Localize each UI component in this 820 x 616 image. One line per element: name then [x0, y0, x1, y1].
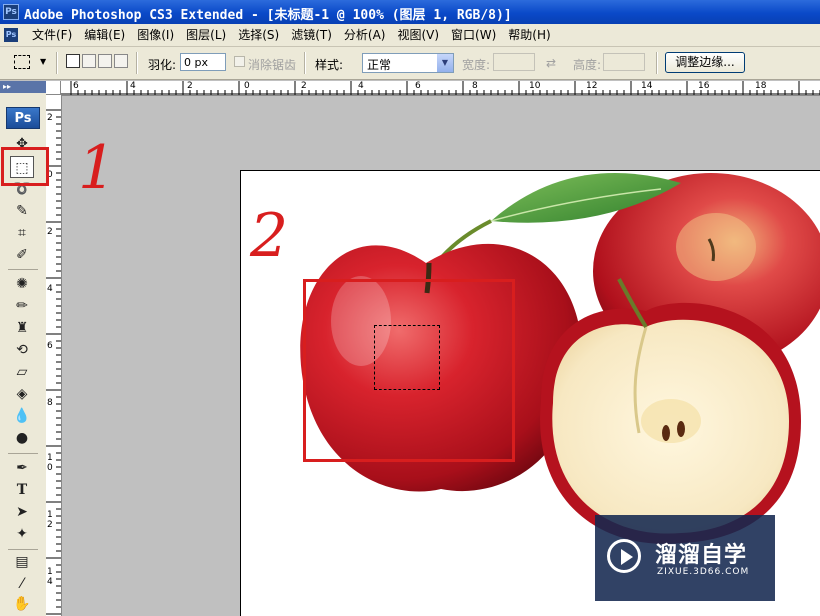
- v-ruler-label: 1: [47, 453, 53, 463]
- chevron-down-icon: ▼: [437, 54, 453, 72]
- healing-brush-tool-icon[interactable]: ✺: [10, 273, 34, 295]
- history-brush-tool-icon[interactable]: ⟲: [10, 339, 34, 361]
- marquee-preset-icon[interactable]: [14, 55, 30, 69]
- v-ruler-label: 2: [47, 113, 53, 123]
- menu-select[interactable]: 选择(S): [232, 27, 285, 43]
- feather-label: 羽化:: [148, 58, 177, 72]
- add-to-selection-button[interactable]: [82, 54, 96, 68]
- ruler-origin[interactable]: [46, 81, 61, 95]
- h-ruler-label: 14: [641, 81, 653, 91]
- slice-tool-icon[interactable]: ✐: [10, 244, 34, 266]
- height-label: 高度:: [573, 58, 602, 72]
- photoshop-logo-icon: Ps: [3, 4, 19, 20]
- new-selection-button[interactable]: [66, 54, 80, 68]
- dodge-tool-icon[interactable]: ●: [10, 427, 34, 449]
- ps-menu-icon[interactable]: Ps: [4, 28, 18, 42]
- width-label: 宽度:: [462, 58, 491, 72]
- style-label: 样式:: [315, 58, 344, 72]
- h-ruler-label: 4: [358, 81, 364, 91]
- antialias-label: 消除锯齿: [248, 58, 297, 72]
- v-ruler-label: 2: [47, 520, 53, 530]
- width-input[interactable]: [493, 53, 535, 71]
- hand-tool-icon[interactable]: ✋: [10, 593, 34, 615]
- menu-bar: Ps 文件(F) 编辑(E) 图像(I) 图层(L) 选择(S) 滤镜(T) 分…: [0, 24, 820, 47]
- menu-edit[interactable]: 编辑(E): [78, 27, 131, 43]
- watermark-title: 溜溜自学: [655, 543, 748, 568]
- menu-file[interactable]: 文件(F): [26, 27, 78, 43]
- divider: [8, 453, 38, 454]
- h-ruler-label: 6: [415, 81, 421, 91]
- crop-tool-icon[interactable]: ⌗: [10, 222, 34, 244]
- intersect-selection-button[interactable]: [114, 54, 128, 68]
- menu-help[interactable]: 帮助(H): [502, 27, 556, 43]
- h-ruler-label: 10: [529, 81, 541, 91]
- blur-tool-icon[interactable]: 💧: [10, 405, 34, 427]
- watermark: 溜溜自学 ZIXUE.3D66.COM: [595, 515, 775, 601]
- divider: [304, 52, 306, 74]
- notes-tool-icon[interactable]: ▤: [10, 551, 34, 573]
- divider: [8, 269, 38, 270]
- subtract-from-selection-button[interactable]: [98, 54, 112, 68]
- divider: [8, 549, 38, 550]
- v-ruler-label: 0: [47, 463, 53, 473]
- divider: [136, 52, 138, 74]
- v-ruler-label: 8: [47, 398, 53, 408]
- v-ruler-label: 2: [47, 227, 53, 237]
- custom-shape-tool-icon[interactable]: ✦: [10, 523, 34, 545]
- annotation-box-selection-area: [303, 279, 515, 462]
- clone-stamp-tool-icon[interactable]: ♜: [10, 317, 34, 339]
- paint-bucket-tool-icon[interactable]: ◈: [10, 383, 34, 405]
- photoshop-logo-icon[interactable]: Ps: [6, 107, 40, 129]
- eraser-tool-icon[interactable]: ▱: [10, 361, 34, 383]
- style-value: 正常: [367, 58, 392, 72]
- refine-edge-button[interactable]: 调整边缘...: [665, 52, 745, 73]
- brush-tool-icon[interactable]: ✏: [10, 295, 34, 317]
- menu-analysis[interactable]: 分析(A): [338, 27, 392, 43]
- h-ruler-label: 6: [73, 81, 79, 91]
- v-ruler-label: 4: [47, 577, 53, 587]
- h-ruler-label: 16: [698, 81, 710, 91]
- swap-icon[interactable]: ⇄: [546, 56, 556, 70]
- feather-input[interactable]: [180, 53, 226, 71]
- horizontal-ruler[interactable]: 6 4 2 0 2 4 6 8 10 12 14 16 18: [61, 81, 820, 96]
- h-ruler-label: 2: [187, 81, 193, 91]
- options-bar: ▼ 羽化: 消除锯齿 样式: 正常 ▼ 宽度: ⇄ 高度: 调整边缘...: [0, 47, 820, 80]
- v-ruler-label: 4: [47, 284, 53, 294]
- h-ruler-label: 18: [755, 81, 767, 91]
- path-selection-tool-icon[interactable]: ➤: [10, 501, 34, 523]
- pen-tool-icon[interactable]: ✒: [10, 457, 34, 479]
- play-icon: [607, 539, 641, 573]
- h-ruler-label: 12: [586, 81, 598, 91]
- annotation-step-1: 1: [78, 133, 117, 203]
- magic-wand-tool-icon[interactable]: ✎: [10, 200, 34, 222]
- h-ruler-label: 8: [472, 81, 478, 91]
- preset-dropdown-icon[interactable]: ▼: [40, 57, 46, 66]
- v-ruler-label: 6: [47, 341, 53, 351]
- toolbox-header[interactable]: ▸▸: [0, 81, 46, 93]
- title-bar: Ps Adobe Photoshop CS3 Extended - [未标题-1…: [0, 0, 820, 24]
- menu-image[interactable]: 图像(I): [131, 27, 180, 43]
- menu-layer[interactable]: 图层(L): [180, 27, 232, 43]
- annotation-box-marquee-tool: [1, 147, 49, 186]
- v-ruler-label: 1: [47, 510, 53, 520]
- divider: [56, 52, 58, 74]
- annotation-step-2: 2: [250, 201, 289, 271]
- h-ruler-label: 2: [301, 81, 307, 91]
- eyedropper-tool-icon[interactable]: ⁄: [10, 573, 34, 595]
- watermark-url: ZIXUE.3D66.COM: [657, 567, 750, 577]
- h-ruler-label: 0: [244, 81, 250, 91]
- menu-view[interactable]: 视图(V): [391, 27, 445, 43]
- height-input[interactable]: [603, 53, 645, 71]
- menu-window[interactable]: 窗口(W): [445, 27, 502, 43]
- window-title: Adobe Photoshop CS3 Extended - [未标题-1 @ …: [24, 8, 512, 23]
- v-ruler-label: 1: [47, 567, 53, 577]
- menu-filter[interactable]: 滤镜(T): [285, 27, 338, 43]
- style-select[interactable]: 正常 ▼: [362, 53, 454, 73]
- type-tool-icon[interactable]: T: [10, 479, 34, 501]
- divider: [656, 52, 658, 74]
- antialias-checkbox[interactable]: [234, 56, 245, 67]
- h-ruler-label: 4: [130, 81, 136, 91]
